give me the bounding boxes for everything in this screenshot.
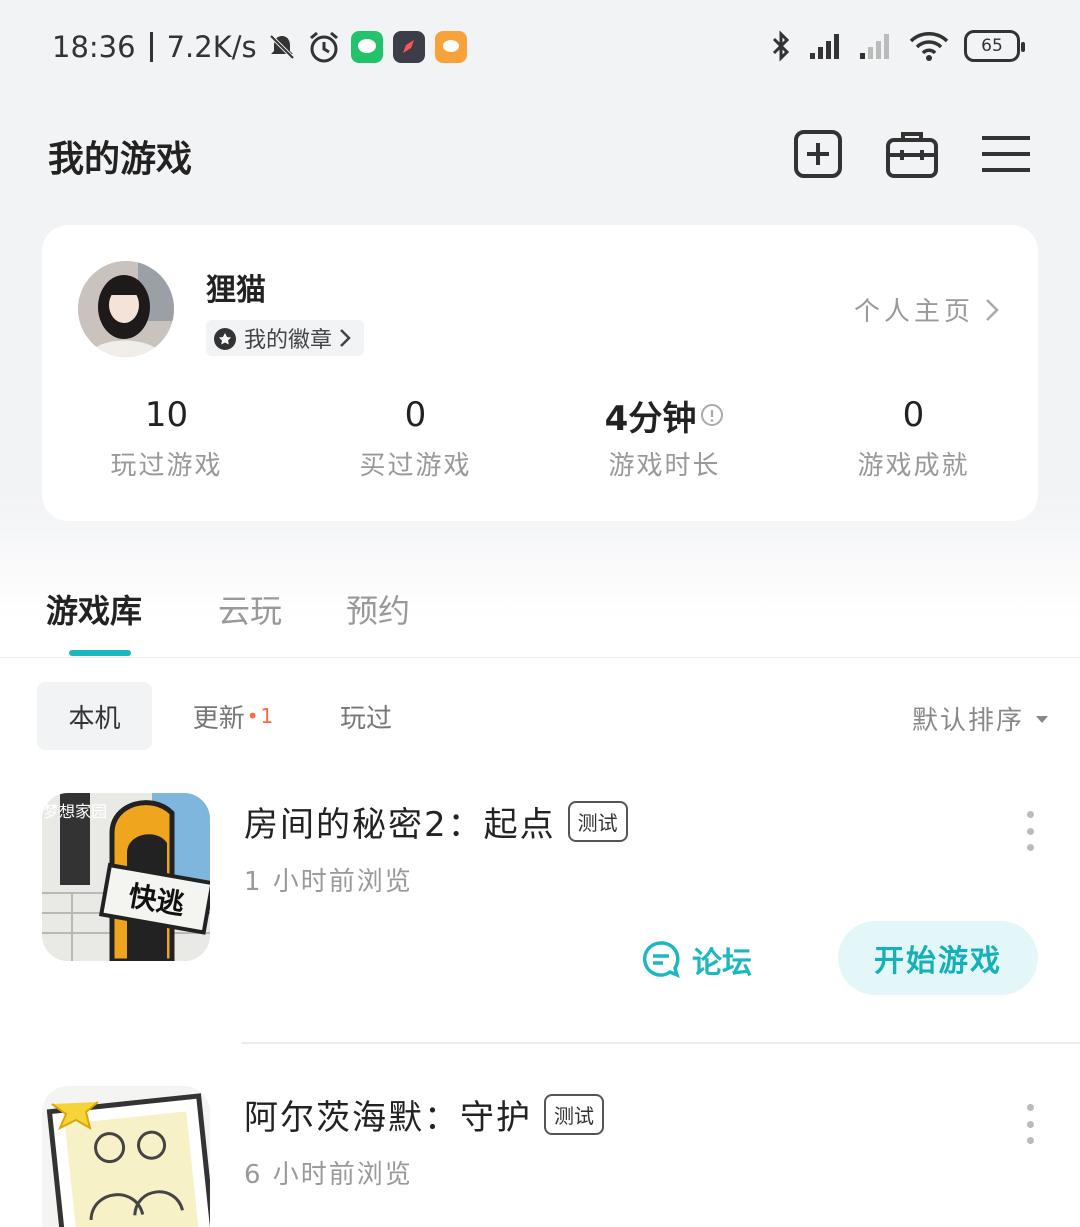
status-separator (149, 32, 153, 62)
stat-label: 玩过游戏 (110, 451, 223, 481)
stat-bought-games[interactable]: 0 买过游戏 (291, 393, 540, 482)
more-options-button[interactable] (1020, 811, 1040, 851)
forum-label: 论坛 (692, 946, 752, 981)
more-options-button[interactable] (1020, 1104, 1040, 1144)
wechat-icon (350, 31, 383, 63)
forum-icon (642, 941, 680, 979)
start-game-button[interactable]: 开始游戏 (838, 921, 1038, 995)
filter-local[interactable]: 本机 (37, 682, 152, 750)
update-dot: • (246, 704, 259, 728)
test-tag: 测试 (567, 801, 628, 842)
stat-play-time[interactable]: 4分钟 游戏时长 (540, 393, 789, 482)
menu-icon (982, 136, 1030, 172)
sort-dropdown[interactable]: 默认排序 (912, 700, 1050, 737)
stat-label: 游戏时长 (608, 451, 721, 481)
signal-icon (808, 31, 844, 61)
tab-cloud-play[interactable]: 云玩 (218, 586, 282, 632)
stat-value: 0 (902, 395, 925, 435)
mute-icon (267, 32, 297, 62)
battery-indicator: 65 (964, 30, 1025, 62)
wifi-icon (908, 30, 950, 62)
avatar[interactable] (78, 261, 174, 357)
filter-label: 玩过 (339, 703, 392, 734)
toolbox-button[interactable] (884, 126, 940, 182)
forum-button[interactable]: 论坛 (640, 935, 752, 985)
main-tabs: 游戏库 云玩 预约 (0, 570, 1080, 658)
bluetooth-icon (768, 30, 794, 62)
message-app-icon (434, 31, 467, 63)
game-title-text: 房间的秘密2：起点 (244, 805, 556, 845)
stat-value: 0 (404, 395, 427, 435)
username: 狸猫 (206, 273, 266, 308)
status-left: 18:36 7.2K/s (52, 30, 467, 64)
sort-label: 默认排序 (911, 706, 1024, 736)
stat-played-games[interactable]: 10 玩过游戏 (42, 393, 291, 482)
game-icon[interactable]: 梦想家园 快逃 (42, 793, 210, 961)
list-divider (242, 1042, 1080, 1044)
stat-value-wrapper: 4分钟 (540, 393, 789, 439)
filter-label: 本机 (68, 703, 121, 734)
status-bar: 18:36 7.2K/s 65 (0, 0, 1080, 100)
test-tag: 测试 (544, 1094, 604, 1135)
personal-homepage-link[interactable]: 个人主页 (854, 291, 1000, 328)
my-badges-button[interactable]: 我的徽章 (206, 320, 365, 356)
last-browsed: 6 小时前浏览 (244, 1160, 413, 1190)
stat-value: 4分钟 (604, 398, 697, 439)
page-title: 我的游戏 (48, 139, 193, 180)
network-speed: 7.2K/s (166, 30, 257, 64)
game-icon[interactable] (42, 1086, 210, 1227)
chevron-right-icon (986, 298, 999, 321)
stat-achievements[interactable]: 0 游戏成就 (789, 393, 1038, 482)
filter-row: 本机 更新 • 1 玩过 默认排序 (0, 682, 1080, 752)
tab-game-library[interactable]: 游戏库 (46, 586, 142, 632)
profile-card: 狸猫 我的徽章 个人主页 10 玩过游戏 0 买过游戏 4分钟 游戏时长 0 游… (42, 225, 1038, 521)
rocket-app-icon (392, 31, 425, 63)
stat-label: 游戏成就 (857, 451, 970, 481)
personal-homepage-label: 个人主页 (853, 297, 974, 327)
status-time: 18:36 (52, 30, 136, 64)
stat-value: 10 (144, 395, 189, 435)
game-title: 阿尔茨海默：守护 测试 (244, 1090, 604, 1139)
toolbox-icon (886, 132, 938, 178)
last-browsed: 1 小时前浏览 (244, 867, 413, 897)
chevron-right-icon (340, 329, 351, 347)
update-count: 1 (260, 704, 274, 728)
my-badges-label: 我的徽章 (244, 328, 333, 353)
page-header: 我的游戏 (0, 110, 1080, 200)
filter-played[interactable]: 玩过 (316, 682, 416, 750)
icon-text-1: 梦想家园 (43, 802, 107, 821)
game-title-text: 阿尔茨海默：守护 (244, 1098, 532, 1138)
add-icon (794, 130, 842, 178)
tab-reservation[interactable]: 预约 (346, 586, 410, 632)
caret-down-icon (1036, 715, 1048, 723)
active-tab-indicator (69, 650, 131, 656)
filter-label: 更新 (192, 703, 245, 734)
info-icon[interactable] (700, 403, 724, 427)
alarm-icon (307, 30, 341, 64)
game-title: 房间的秘密2：起点 测试 (244, 797, 628, 846)
menu-button[interactable] (978, 126, 1034, 182)
badge-icon (214, 328, 236, 350)
stats-row: 10 玩过游戏 0 买过游戏 4分钟 游戏时长 0 游戏成就 (42, 393, 1038, 482)
status-right: 65 (768, 30, 1025, 62)
add-button[interactable] (790, 126, 846, 182)
signal-weak-icon (858, 31, 894, 61)
stat-label: 买过游戏 (359, 451, 472, 481)
filter-updates[interactable]: 更新 • 1 (178, 682, 288, 750)
